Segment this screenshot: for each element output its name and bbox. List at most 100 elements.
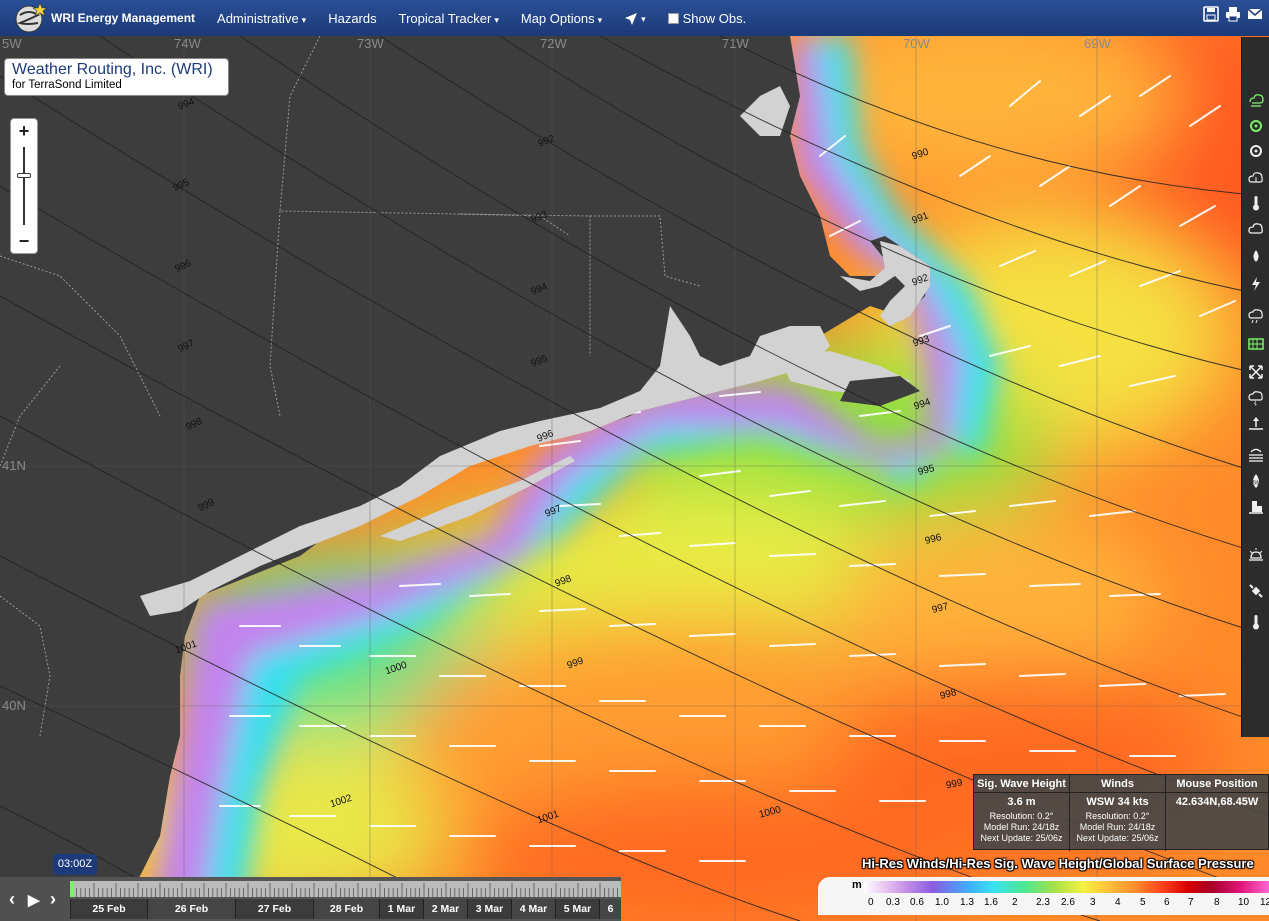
lon-label: 72W	[540, 36, 567, 51]
timeline-ruler[interactable]	[70, 881, 621, 897]
drop-icon[interactable]	[1248, 248, 1264, 264]
hurricane-icon[interactable]	[1248, 143, 1264, 159]
top-navbar: WRI Energy Management Administrative ▾ Ha…	[0, 0, 1269, 36]
map-title: Weather Routing, Inc. (WRI)	[12, 61, 213, 78]
nav-map-options[interactable]: Map Options ▾	[521, 11, 602, 26]
legend-color-bar	[864, 881, 1269, 893]
play-icon[interactable]: ▶	[28, 891, 40, 909]
tropical-storm-icon[interactable]	[1248, 118, 1264, 134]
nav-tropical-tracker-label: Tropical Tracker	[398, 10, 492, 26]
svg-text:%: %	[1253, 480, 1259, 487]
timeline-day[interactable]: 6 Mar	[599, 899, 621, 919]
fog-icon[interactable]	[1248, 446, 1264, 462]
wave-height-column: Sig. Wave Height 3.6 m Resolution: 0.2° …	[974, 775, 1070, 851]
timeline-day[interactable]: 3 Mar	[467, 899, 511, 919]
lon-label: 74W	[174, 36, 201, 51]
lat-label: 40N	[2, 698, 26, 713]
thermometer-2-icon[interactable]	[1248, 614, 1264, 630]
thermometer-icon[interactable]	[1248, 195, 1264, 211]
nav-tropical-tracker[interactable]: Tropical Tracker ▾	[399, 11, 499, 26]
timeline[interactable]: 25 Feb 26 Feb 27 Feb 28 Feb 1 Mar 2 Mar 3 Mar 4…	[70, 877, 621, 921]
legend-tick: 12	[1260, 897, 1269, 908]
winds-header: Winds	[1070, 775, 1165, 793]
print-icon[interactable]	[1225, 6, 1241, 22]
nav-hazards[interactable]: Hazards	[328, 11, 376, 26]
cloud-storm-icon[interactable]	[1248, 390, 1264, 406]
legend-tick: 8	[1214, 897, 1220, 908]
zoom-in-button[interactable]: +	[11, 119, 37, 143]
cloud-upload-icon[interactable]	[1248, 170, 1264, 186]
layer-toolbar: %	[1241, 37, 1269, 737]
nav-hazards-label: Hazards	[328, 10, 377, 26]
step-back-icon[interactable]: ‹	[9, 889, 15, 910]
legend-tick: 7	[1188, 897, 1194, 908]
zoom-slider-track[interactable]	[23, 147, 25, 225]
timeline-day[interactable]: 26 Feb	[147, 899, 235, 919]
current-time-badge: 03:00Z	[53, 854, 97, 875]
lat-label: 41N	[2, 458, 26, 473]
nav-administrative[interactable]: Administrative ▾	[217, 11, 306, 26]
top-actions	[1203, 6, 1263, 22]
lon-label: 69W	[1084, 36, 1111, 51]
show-obs-checkbox[interactable]	[667, 12, 679, 24]
winds-resolution: Resolution: 0.2°	[1085, 811, 1150, 821]
nav-administrative-label: Administrative	[217, 10, 299, 26]
lon-label: 5W	[2, 36, 22, 51]
info-panel: Sig. Wave Height 3.6 m Resolution: 0.2° …	[973, 774, 1269, 851]
location-arrow-icon	[625, 12, 638, 25]
wave-height-value: 3.6 m	[1007, 796, 1036, 808]
winds-next-update: Next Update: 25/06z	[1076, 833, 1159, 843]
playback-controls: ‹ ▶ ›	[0, 877, 70, 921]
legend-tick: 2.6	[1061, 897, 1075, 908]
satellite-icon[interactable]	[1248, 583, 1264, 599]
zoom-control: + −	[10, 118, 38, 254]
humidity-icon[interactable]: %	[1248, 473, 1264, 489]
cloud-icon[interactable]	[1248, 221, 1264, 237]
timeline-day[interactable]: 5 Mar	[555, 899, 599, 919]
chevron-down-icon: ▾	[301, 14, 307, 25]
timeline-day[interactable]: 27 Feb	[235, 899, 313, 919]
grid-icon[interactable]	[1248, 336, 1264, 352]
wri-logo[interactable]	[10, 1, 48, 35]
weather-map[interactable]: 5W 74W 73W 72W 71W 70W 69W 41N 40N 994 99…	[0, 36, 1269, 921]
lon-label: 71W	[722, 36, 749, 51]
sun-icon[interactable]	[1248, 547, 1264, 563]
legend-tick: 10	[1238, 897, 1250, 908]
winds-model-run: Model Run: 24/18z	[1079, 822, 1156, 832]
show-obs-label: Show Obs.	[682, 10, 747, 26]
timeline-day[interactable]: 25 Feb	[70, 899, 147, 919]
building-icon[interactable]	[1248, 499, 1264, 515]
timeline-cursor[interactable]	[70, 881, 74, 897]
expand-icon[interactable]	[1248, 364, 1264, 380]
legend-tick: 0.6	[910, 897, 924, 908]
wave-height-legend: m 0 0.3 0.6 1.0 1.3 1.6 2 2.3 2.6 3 4 5 6 7 8 10 12	[818, 877, 1269, 915]
timeline-day[interactable]: 28 Feb	[313, 899, 379, 919]
lon-label: 70W	[903, 36, 930, 51]
legend-tick: 0.3	[886, 897, 900, 908]
wave-model-run: Model Run: 24/18z	[983, 822, 1060, 832]
cloud-wind-icon[interactable]	[1248, 92, 1264, 108]
lightning-icon[interactable]	[1248, 276, 1264, 292]
brand-title[interactable]: WRI Energy Management	[51, 11, 195, 25]
zoom-slider-handle[interactable]	[17, 173, 31, 178]
timeline-day[interactable]: 2 Mar	[423, 899, 467, 919]
cloud-rain-icon[interactable]	[1248, 308, 1264, 324]
chevron-down-icon: ▾	[641, 14, 646, 25]
nav-map-options-label: Map Options	[520, 10, 595, 26]
nav-locate[interactable]: ▾	[624, 10, 646, 26]
mouse-position-header: Mouse Position	[1166, 775, 1268, 793]
legend-tick: 3	[1090, 897, 1096, 908]
chevron-down-icon: ▾	[597, 14, 603, 25]
show-obs-toggle[interactable]: Show Obs.	[667, 10, 747, 26]
sea-level-icon[interactable]	[1248, 416, 1264, 432]
layer-title: Hi-Res Winds/Hi-Res Sig. Wave Height/Glo…	[862, 856, 1254, 871]
step-forward-icon[interactable]: ›	[50, 889, 56, 910]
timeline-day[interactable]: 4 Mar	[511, 899, 555, 919]
save-icon[interactable]	[1203, 6, 1219, 22]
zoom-out-button[interactable]: −	[11, 229, 37, 253]
timeline-day[interactable]: 1 Mar	[379, 899, 423, 919]
winds-column: Winds WSW 34 kts Resolution: 0.2° Model …	[1070, 775, 1166, 851]
mouse-position-value: 42.634N,68.45W	[1175, 796, 1259, 808]
winds-value: WSW 34 kts	[1086, 796, 1149, 808]
email-icon[interactable]	[1247, 6, 1263, 22]
